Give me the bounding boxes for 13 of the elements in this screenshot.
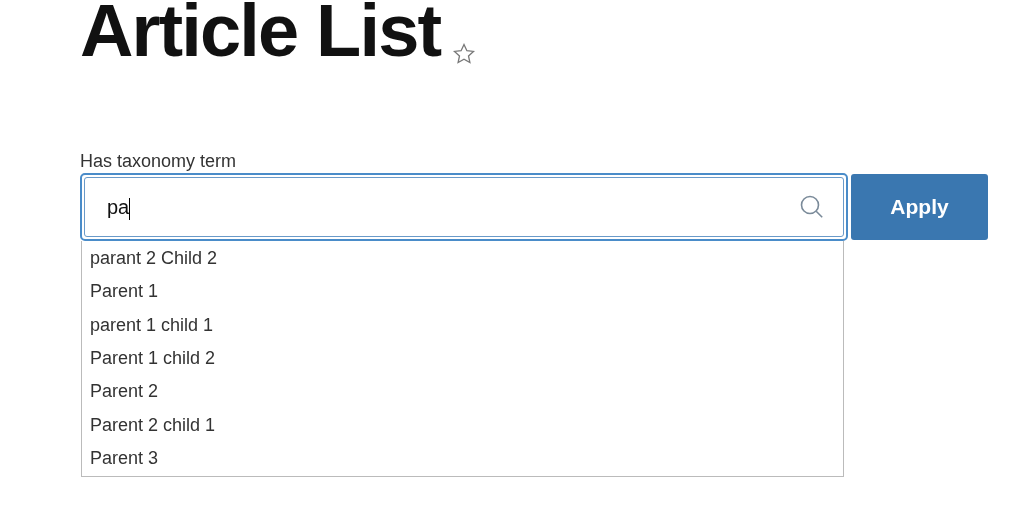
suggestion-item[interactable]: Parent 1 [82,275,843,309]
suggestion-item[interactable]: parent 1 child 1 [82,308,843,342]
field-label: Has taxonomy term [80,150,238,172]
page-title: Article List [80,0,441,68]
search-icon [799,194,825,220]
apply-button[interactable]: Apply [851,174,988,240]
suggestion-item[interactable]: Parent 2 child 1 [82,408,843,442]
suggestion-item[interactable]: Parent 1 child 2 [82,341,843,376]
suggestion-item[interactable]: parant 2 Child 2 [82,242,843,276]
suggestion-item[interactable]: Parent 3 [82,441,843,476]
star-icon[interactable] [452,42,477,66]
suggestion-item[interactable]: Parent 2 [82,375,843,409]
search-field[interactable]: pa [84,177,844,237]
